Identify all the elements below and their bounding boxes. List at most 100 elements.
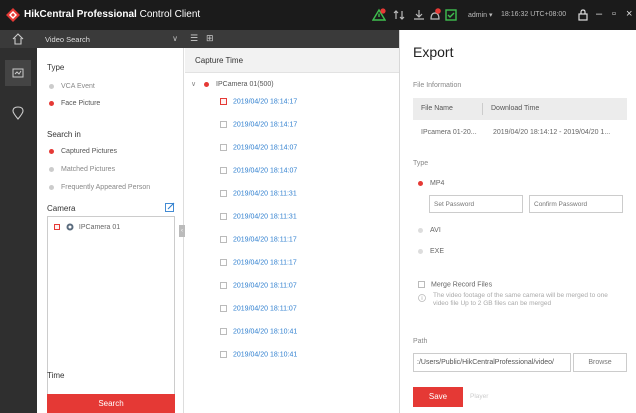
row-checkbox[interactable] — [220, 305, 227, 312]
browse-button[interactable]: Browse — [573, 353, 627, 372]
result-row[interactable]: 2019/04/20 18:14:07 — [220, 144, 297, 151]
nav-face-search[interactable] — [5, 100, 31, 126]
result-row[interactable]: 2019/04/20 18:11:07 — [220, 305, 297, 312]
view-toolbar: ☰ ⊞ — [184, 30, 399, 48]
path-input[interactable]: :/Users/Public/HikCentralProfessional/vi… — [413, 353, 571, 372]
camera-title: Camera — [47, 204, 76, 213]
row-checkbox[interactable] — [220, 144, 227, 151]
row-checkbox[interactable] — [220, 167, 227, 174]
row-checkbox[interactable] — [220, 98, 227, 105]
video-search-icon — [12, 68, 24, 78]
transfer-icon[interactable] — [392, 8, 406, 22]
module-label: Video Search — [45, 35, 90, 44]
result-row[interactable]: 2019/04/20 18:11:07 — [220, 282, 297, 289]
radio-mp4[interactable]: MP4 — [418, 180, 444, 187]
module-selector[interactable]: Video Search ∨ — [37, 30, 184, 48]
nav-video-search[interactable] — [5, 60, 31, 86]
capture-time: 2019/04/20 18:10:41 — [233, 351, 298, 359]
confirm-password-input[interactable] — [529, 195, 623, 213]
minimize-icon[interactable]: – — [596, 7, 602, 21]
chevron-down-icon: ∨ — [172, 34, 178, 43]
capture-time: 2019/04/20 18:14:07 — [233, 144, 298, 152]
row-checkbox[interactable] — [220, 259, 227, 266]
maximize-icon[interactable]: ▫ — [612, 7, 616, 21]
list-view-icon[interactable]: ☰ — [190, 33, 198, 44]
results-header: Capture Time — [185, 48, 399, 73]
capture-time: 2019/04/20 18:11:31 — [233, 213, 297, 221]
merge-record-files[interactable]: Merge Record Files — [418, 281, 492, 288]
capture-time: 2019/04/20 18:14:17 — [233, 121, 298, 129]
user-menu[interactable]: admin ▾ — [468, 11, 493, 19]
search-button[interactable]: Search — [47, 394, 175, 413]
row-checkbox[interactable] — [220, 213, 227, 220]
chevron-down-icon: ∨ — [191, 81, 197, 88]
clock-text: 18:16:32 UTC+08:00 — [501, 11, 567, 18]
row-checkbox[interactable] — [220, 351, 227, 358]
capture-time: 2019/04/20 18:10:41 — [233, 328, 298, 336]
capture-time: 2019/04/20 18:14:07 — [233, 167, 298, 175]
status-dot — [204, 81, 210, 87]
result-row[interactable]: 2019/04/20 18:10:41 — [220, 351, 297, 358]
home-icon — [12, 33, 24, 45]
title-bar: HikCentral Professional Control Client a… — [0, 0, 636, 30]
radio-avi[interactable]: AVI — [418, 227, 441, 234]
radio-matched-pictures[interactable]: Matched Pictures — [49, 166, 115, 173]
radio-captured-pictures[interactable]: Captured Pictures — [49, 148, 117, 155]
capture-time: 2019/04/20 18:11:07 — [233, 305, 297, 313]
download-time-cell: 2019/04/20 18:14:12 - 2019/04/20 1... — [493, 129, 611, 136]
status-icon[interactable] — [444, 8, 458, 22]
alarm-warning-icon[interactable] — [372, 8, 386, 22]
result-row[interactable]: 2019/04/20 18:11:31 — [220, 190, 297, 197]
result-row[interactable]: 2019/04/20 18:11:31 — [220, 213, 297, 220]
capture-time: 2019/04/20 18:11:17 — [233, 236, 297, 244]
row-checkbox[interactable] — [220, 190, 227, 197]
time-title: Time — [47, 371, 65, 380]
row-checkbox[interactable] — [220, 236, 227, 243]
row-checkbox[interactable] — [220, 121, 227, 128]
grid-view-icon[interactable]: ⊞ — [206, 33, 214, 44]
download-icon[interactable] — [412, 8, 426, 22]
edit-icon[interactable] — [165, 202, 175, 212]
camera-group-node[interactable]: ∨ IPCamera 01(500) — [191, 80, 274, 88]
col-file-name: File Name — [421, 105, 453, 112]
merge-info-text: The video footage of the same camera wil… — [433, 292, 608, 307]
search-in-title: Search in — [47, 130, 81, 139]
col-download-time: Download Time — [491, 105, 540, 112]
result-row[interactable]: 2019/04/20 18:14:17 — [220, 121, 297, 128]
row-checkbox[interactable] — [220, 282, 227, 289]
lock-icon[interactable] — [576, 8, 590, 22]
type-label: Type — [413, 160, 429, 167]
file-info-label: File Information — [413, 82, 462, 89]
set-password-input[interactable] — [429, 195, 523, 213]
capture-time: 2019/04/20 18:14:17 — [233, 98, 298, 106]
result-row[interactable]: 2019/04/20 18:14:17 — [220, 98, 297, 105]
path-label: Path — [413, 338, 428, 345]
export-title: Export — [413, 44, 454, 60]
capture-time: 2019/04/20 18:11:31 — [233, 190, 297, 198]
close-icon[interactable]: × — [626, 7, 632, 21]
camera-checkbox[interactable] — [54, 224, 60, 230]
merge-checkbox[interactable] — [418, 281, 425, 288]
radio-vca-event[interactable]: VCA Event — [49, 83, 95, 90]
capture-time: 2019/04/20 18:11:17 — [233, 259, 297, 267]
radio-face-picture[interactable]: Face Picture — [49, 100, 100, 107]
export-dialog: Export File Information File Name Downlo… — [399, 30, 636, 413]
results-list: Capture Time ∨ IPCamera 01(500) 2019/04/… — [185, 48, 399, 413]
camera-item[interactable]: IPCamera 01 — [54, 223, 120, 231]
file-name-cell: IPcamera 01-20... — [421, 129, 477, 136]
player-label: Player — [470, 393, 489, 400]
result-row[interactable]: 2019/04/20 18:11:17 — [220, 236, 297, 243]
radio-frequently-appeared[interactable]: Frequently Appeared Person — [49, 184, 150, 191]
result-row[interactable]: 2019/04/20 18:11:17 — [220, 259, 297, 266]
result-row[interactable]: 2019/04/20 18:14:07 — [220, 167, 297, 174]
location-pin-icon — [12, 106, 24, 120]
save-button[interactable]: Save — [413, 387, 463, 407]
row-checkbox[interactable] — [220, 328, 227, 335]
app-title: HikCentral Professional Control Client — [24, 9, 201, 20]
search-panel: Type VCA Event Face Picture Search in Ca… — [37, 48, 184, 413]
home-button[interactable] — [0, 30, 37, 48]
result-row[interactable]: 2019/04/20 18:10:41 — [220, 328, 297, 335]
camera-list: IPCamera 01 — [47, 216, 175, 403]
radio-exe[interactable]: EXE — [418, 248, 444, 255]
notification-icon[interactable] — [428, 8, 442, 22]
